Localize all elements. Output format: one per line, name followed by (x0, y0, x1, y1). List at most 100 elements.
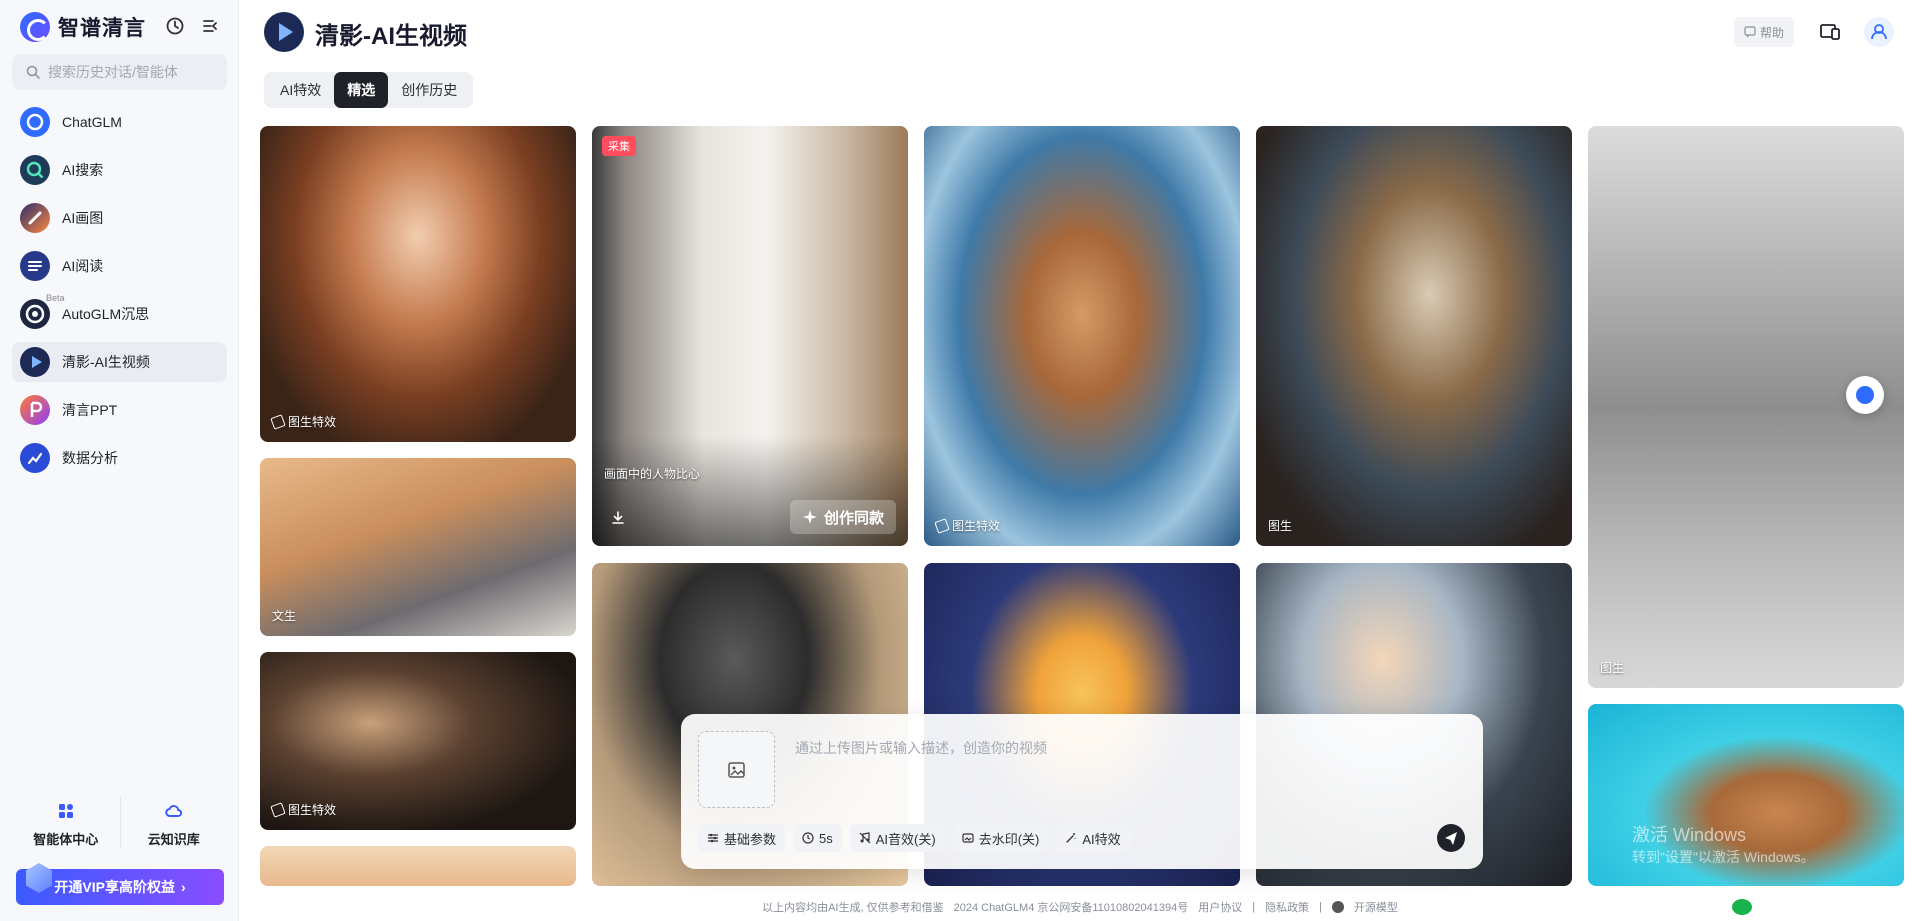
sidebar-item-label: 清言PPT (62, 402, 118, 418)
video-card[interactable] (260, 846, 576, 886)
sidebar-item-ai-read[interactable]: AI阅读 (12, 246, 227, 286)
video-card[interactable]: 图生 (1256, 126, 1572, 546)
basic-params-button[interactable]: 基础参数 (698, 824, 786, 852)
search-input[interactable] (48, 64, 218, 80)
footer-privacy[interactable]: 隐私政策 (1265, 899, 1309, 915)
sparkle-icon (802, 510, 817, 524)
data-analysis-icon (20, 443, 50, 473)
video-card[interactable]: 采集 画面中的人物比心 创作同款 (592, 126, 908, 546)
footer-icp[interactable]: 2024 ChatGLM4 京公网安备11010802041394号 (954, 899, 1189, 915)
history-icon[interactable] (164, 16, 186, 38)
sidebar: 智谱清言 ChatGLM AI搜索 AI画图 AI阅读 Beta AutoGLM… (0, 0, 239, 921)
download-icon[interactable] (610, 510, 626, 526)
qingying-logo-icon (264, 12, 304, 52)
agent-center-button[interactable]: 智能体中心 (12, 796, 120, 848)
ppt-icon (20, 395, 50, 425)
tab-ai-effects[interactable]: AI特效 (267, 72, 334, 108)
qingying-icon (20, 347, 50, 377)
tab-bar: AI特效 精选 创作历史 (264, 72, 474, 108)
sidebar-item-label: ChatGLM (62, 114, 122, 130)
bottom-tools: 智能体中心 云知识库 (12, 796, 227, 848)
chevron-right-icon: › (180, 879, 186, 895)
sidebar-item-chatglm[interactable]: ChatGLM (12, 102, 227, 142)
sidebar-item-ai-draw[interactable]: AI画图 (12, 198, 227, 238)
help-icon (1744, 26, 1756, 38)
github-icon (1331, 901, 1344, 913)
clock-icon (802, 832, 814, 844)
cloud-kb-button[interactable]: 云知识库 (119, 796, 228, 848)
wand-icon (934, 517, 950, 534)
video-card[interactable]: 图生特效 (924, 126, 1240, 546)
ai-sound-toggle[interactable]: AI音效(关) (849, 824, 945, 852)
watermark-icon (962, 833, 974, 843)
duration-button[interactable]: 5s (793, 824, 842, 852)
sidebar-item-label: AutoGLM沉思 (62, 306, 150, 322)
footer-open-model[interactable]: 开源模型 (1354, 899, 1398, 915)
beta-badge: Beta (46, 293, 65, 303)
ai-effects-button[interactable]: AI特效 (1056, 824, 1130, 852)
video-card[interactable]: 图生特效 (260, 126, 576, 442)
wand-icon (270, 801, 286, 818)
vip-label: 开通VIP享高阶权益 (54, 879, 175, 895)
windows-activation-watermark: 激活 Windows 转到"设置"以激活 Windows。 (1632, 825, 1815, 865)
tab-history[interactable]: 创作历史 (388, 72, 470, 108)
card-tag: 图生特效 (270, 413, 336, 430)
chatglm-icon (20, 107, 50, 137)
wand-icon (270, 413, 286, 430)
agent-center-icon (58, 804, 73, 818)
tool-label: 智能体中心 (33, 832, 99, 847)
ai-draw-icon (20, 203, 50, 233)
sidebar-item-qingying[interactable]: 清影-AI生视频 (12, 342, 227, 382)
send-icon (1445, 832, 1457, 845)
card-tag: 图生特效 (934, 517, 1000, 534)
search-icon (26, 65, 40, 79)
magic-icon (1066, 833, 1076, 843)
cloud-kb-icon (165, 805, 182, 817)
footer-disclaimer: 以上内容均由AI生成, 仅供参考和借鉴 (762, 902, 944, 914)
image-upload-icon (728, 762, 745, 778)
card-tag: 图生 (1268, 519, 1293, 533)
ai-search-icon (20, 155, 50, 185)
user-avatar-icon[interactable] (1864, 17, 1894, 47)
ai-read-icon (20, 251, 50, 281)
tool-label: 云知识库 (147, 832, 200, 847)
upload-image-button[interactable] (698, 731, 775, 808)
input-method-icon[interactable] (1732, 899, 1752, 915)
zhipu-logo-icon (20, 12, 50, 42)
sidebar-item-ai-search[interactable]: AI搜索 (12, 150, 227, 190)
video-card[interactable]: 图生特效 (260, 652, 576, 830)
floating-assistant-button[interactable] (1846, 376, 1884, 414)
collapse-sidebar-icon[interactable] (200, 16, 222, 38)
sidebar-item-label: 数据分析 (62, 450, 118, 466)
remove-watermark-toggle[interactable]: 去水印(关) (952, 824, 1049, 852)
brand-name: 智谱清言 (58, 17, 146, 40)
footer: 以上内容均由AI生成, 仅供参考和借鉴 2024 ChatGLM4 京公网安备1… (762, 899, 1398, 915)
sidebar-nav: ChatGLM AI搜索 AI画图 AI阅读 Beta AutoGLM沉思 清影… (12, 102, 227, 486)
help-button[interactable]: 帮助 (1734, 17, 1794, 47)
sidebar-item-data-analysis[interactable]: 数据分析 (12, 438, 227, 478)
prompt-input[interactable] (795, 740, 1455, 756)
sidebar-item-autoglm[interactable]: Beta AutoGLM沉思 (12, 293, 227, 334)
card-tag: 文生 (272, 609, 297, 623)
create-same-button[interactable]: 创作同款 (789, 500, 896, 534)
sliders-icon (708, 833, 718, 843)
sidebar-item-label: AI阅读 (62, 258, 104, 274)
vip-button[interactable]: 开通VIP享高阶权益 › (16, 863, 224, 905)
tab-featured[interactable]: 精选 (334, 72, 389, 108)
footer-user-agreement[interactable]: 用户协议 (1198, 899, 1242, 915)
card-tag: 图生 (1600, 661, 1625, 675)
sidebar-item-label: 清影-AI生视频 (62, 354, 150, 370)
collect-badge[interactable]: 采集 (602, 136, 636, 156)
device-switch-icon[interactable] (1818, 20, 1842, 44)
send-button[interactable] (1437, 824, 1465, 852)
video-card[interactable]: 文生 (260, 458, 576, 636)
brand[interactable]: 智谱清言 (20, 12, 146, 42)
music-icon (859, 832, 871, 844)
sidebar-item-label: AI搜索 (62, 162, 104, 178)
card-tag: 图生特效 (270, 801, 336, 818)
sidebar-item-label: AI画图 (62, 210, 104, 226)
autoglm-icon: Beta (20, 293, 65, 329)
prompt-options: 基础参数 5s AI音效(关) 去水印(关) AI特效 (698, 824, 1130, 852)
search-box[interactable] (12, 54, 227, 90)
sidebar-item-ppt[interactable]: 清言PPT (12, 390, 227, 430)
